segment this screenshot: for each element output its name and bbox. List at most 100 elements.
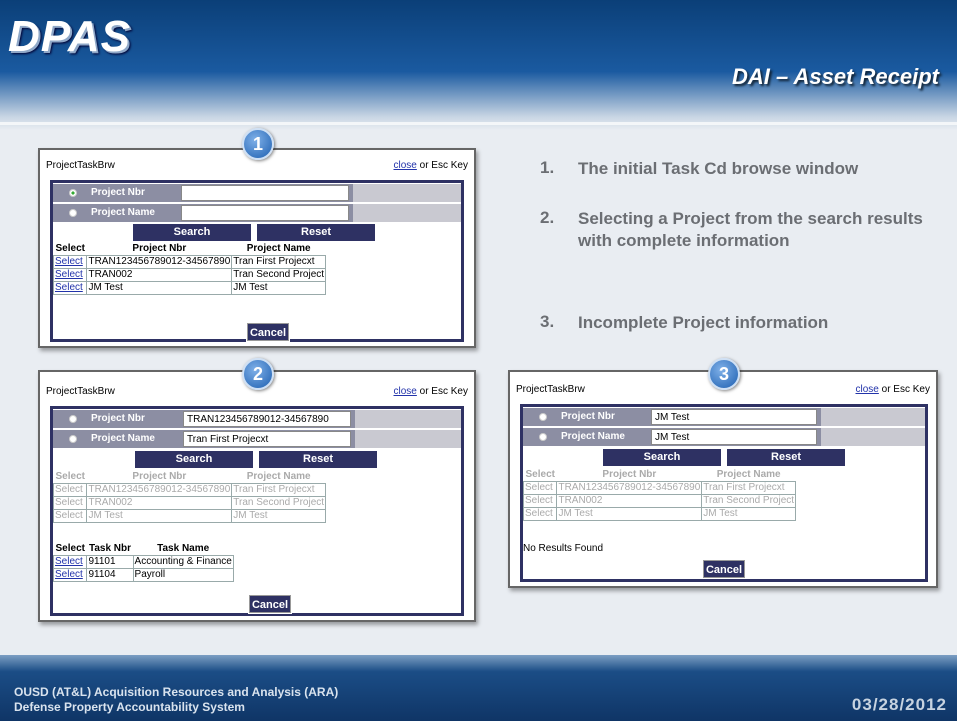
- window-title: ProjectTaskBrw: [516, 384, 585, 395]
- project-name-radio[interactable]: [539, 433, 547, 441]
- select-link[interactable]: Select: [52, 254, 88, 269]
- step-badge-1: 1: [242, 128, 274, 160]
- project-nbr-input[interactable]: [181, 185, 349, 201]
- col-select: Select: [55, 543, 85, 555]
- step-text: The initial Task Cd browse window: [578, 159, 859, 178]
- col-project-nbr: Project Nbr: [132, 471, 187, 483]
- table-row: Select JM Test JM Test: [52, 508, 327, 523]
- col-project-name: Project Name: [246, 243, 311, 255]
- reset-button[interactable]: Reset: [257, 224, 375, 241]
- project-name-label: Project Name: [91, 433, 155, 444]
- project-nbr-label: Project Nbr: [91, 187, 145, 198]
- col-project-nbr: Project Nbr: [132, 243, 187, 255]
- project-name-label: Project Name: [561, 431, 625, 442]
- search-button[interactable]: Search: [133, 224, 251, 241]
- cancel-button[interactable]: Cancel: [246, 322, 290, 342]
- select-link[interactable]: Select: [52, 554, 88, 569]
- close-hint: or Esc Key: [416, 386, 468, 397]
- col-project-name: Project Name: [716, 469, 781, 481]
- footer-org-line1: OUSD (AT&L) Acquisition Resources and An…: [14, 685, 339, 699]
- search-panel: Project Nbr Project Name Search Reset Se…: [50, 180, 464, 342]
- reset-button[interactable]: Reset: [727, 449, 845, 466]
- close-link[interactable]: close: [856, 384, 879, 395]
- project-name-input[interactable]: Tran First Projecxt: [183, 431, 351, 447]
- col-select: Select: [525, 469, 555, 481]
- step-text: Incomplete Project information: [578, 313, 829, 332]
- table-row: Select 91101 Accounting & Finance: [52, 554, 234, 569]
- header-divider: [0, 122, 957, 125]
- col-task-name: Task Name: [157, 543, 210, 555]
- col-project-name: Project Name: [246, 471, 311, 483]
- select-link[interactable]: Select: [522, 493, 558, 508]
- project-nbr-row: Project Nbr: [53, 184, 461, 202]
- task-results-table: Select Task Nbr Task Name Select 91101 Accou…: [52, 543, 234, 582]
- footer-org: OUSD (AT&L) Acquisition Resources and An…: [14, 685, 338, 715]
- slide-header: DPAS DAI – Asset Receipt: [0, 0, 957, 130]
- project-nbr-row: Project Nbr JM Test: [523, 408, 925, 426]
- footer-date: 03/28/2012: [851, 695, 947, 714]
- project-results-table: Select Project Nbr Project Name Select TRAN…: [52, 243, 327, 295]
- table-row: Select TRAN002 Tran Second Project: [52, 267, 327, 282]
- search-panel: Project Nbr JM Test Project Name JM Test…: [520, 404, 928, 582]
- col-select: Select: [55, 471, 85, 483]
- project-results-table: Select Project Nbr Project Name Select TRAN…: [52, 471, 327, 523]
- table-row: Select TRAN123456789012-34567890 Tran Firs…: [522, 480, 797, 495]
- step-text: Selecting a Project from the search resu…: [578, 209, 923, 250]
- search-button[interactable]: Search: [603, 449, 721, 466]
- search-panel: Project Nbr TRAN123456789012-34567890 Pr…: [50, 406, 464, 616]
- project-nbr-input[interactable]: TRAN123456789012-34567890: [183, 411, 351, 427]
- select-link[interactable]: Select: [52, 267, 88, 282]
- select-link[interactable]: Select: [52, 495, 88, 510]
- project-task-browse-window-3: ProjectTaskBrw close or Esc Key Project …: [508, 370, 938, 588]
- project-name-row: Project Name: [53, 204, 461, 222]
- select-link[interactable]: Select: [522, 480, 558, 495]
- project-name-input[interactable]: JM Test: [651, 429, 817, 445]
- close-hint: or Esc Key: [416, 160, 468, 171]
- project-nbr-radio[interactable]: [539, 413, 547, 421]
- window-close: close or Esc Key: [394, 386, 469, 397]
- step-number: 3.: [540, 312, 555, 331]
- close-link[interactable]: close: [394, 386, 417, 397]
- project-name-row: Project Name JM Test: [523, 428, 925, 446]
- project-nbr-radio[interactable]: [69, 189, 77, 197]
- footer-org-line2: Defense Property Accountability System: [14, 700, 245, 714]
- close-hint: or Esc Key: [878, 384, 930, 395]
- window-title: ProjectTaskBrw: [46, 160, 115, 171]
- table-row: Select TRAN002 Tran Second Project: [52, 495, 327, 510]
- step-number: 1.: [540, 158, 555, 177]
- dpas-logo: DPAS: [8, 12, 131, 61]
- table-row: Select JM Test JM Test: [52, 280, 327, 295]
- step-badge-2: 2: [242, 358, 274, 390]
- slide: DPAS DAI – Asset Receipt ProjectTaskBrw …: [0, 0, 957, 721]
- project-results-table: Select Project Nbr Project Name Select TRAN…: [522, 469, 797, 521]
- table-row: Select TRAN002 Tran Second Project: [522, 493, 797, 508]
- window-close: close or Esc Key: [394, 160, 469, 171]
- reset-button[interactable]: Reset: [259, 451, 377, 468]
- project-task-browse-window-1: ProjectTaskBrw close or Esc Key Project …: [38, 148, 476, 348]
- select-link[interactable]: Select: [522, 506, 558, 521]
- search-button[interactable]: Search: [135, 451, 253, 468]
- no-results-message: No Results Found: [523, 543, 604, 554]
- cancel-button[interactable]: Cancel: [248, 594, 292, 614]
- step-badge-3: 3: [708, 358, 740, 390]
- project-nbr-input[interactable]: JM Test: [651, 409, 817, 425]
- select-link[interactable]: Select: [52, 508, 88, 523]
- table-row: Select TRAN123456789012-34567890 Tran Firs…: [52, 482, 327, 497]
- cancel-button[interactable]: Cancel: [702, 559, 746, 579]
- slide-footer: OUSD (AT&L) Acquisition Resources and An…: [0, 655, 957, 721]
- project-name-input[interactable]: [181, 205, 349, 221]
- col-project-nbr: Project Nbr: [602, 469, 657, 481]
- project-task-browse-window-2: ProjectTaskBrw close or Esc Key Project …: [38, 370, 476, 622]
- project-nbr-row: Project Nbr TRAN123456789012-34567890: [53, 410, 461, 428]
- project-name-radio[interactable]: [69, 209, 77, 217]
- window-title: ProjectTaskBrw: [46, 386, 115, 397]
- window-close: close or Esc Key: [856, 384, 931, 395]
- select-link[interactable]: Select: [52, 567, 88, 582]
- close-link[interactable]: close: [394, 160, 417, 171]
- select-link[interactable]: Select: [52, 482, 88, 497]
- col-task-nbr: Task Nbr: [88, 543, 132, 555]
- select-link[interactable]: Select: [52, 280, 88, 295]
- project-nbr-radio[interactable]: [69, 415, 77, 423]
- project-name-radio[interactable]: [69, 435, 77, 443]
- project-nbr-label: Project Nbr: [91, 413, 145, 424]
